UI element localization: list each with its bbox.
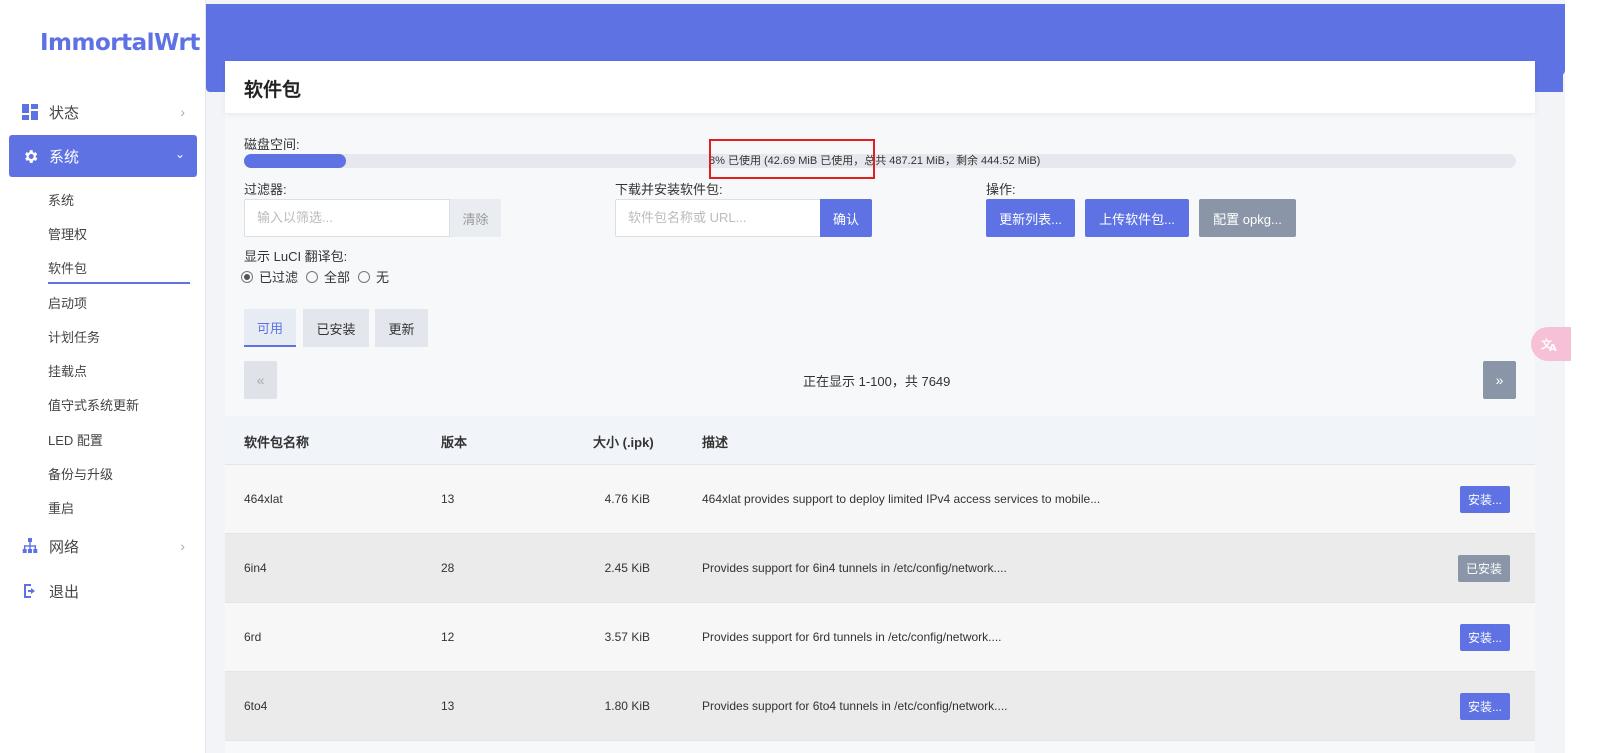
nav-system-label: 系统 bbox=[49, 148, 80, 166]
pager-prev-button[interactable]: « bbox=[244, 361, 277, 399]
luci-i18n-radio-group: 已过滤 全部 无 bbox=[241, 267, 397, 286]
main-card: 软件包 磁盘空间: 8% 已使用 (42.69 MiB 已使用，总共 487.2… bbox=[225, 61, 1535, 753]
installed-button[interactable]: 已安装 bbox=[1457, 555, 1510, 582]
upload-package-button[interactable]: 上传软件包... bbox=[1085, 199, 1189, 237]
package-size: 1.80 KiB bbox=[604, 699, 650, 713]
radio-all-label: 全部 bbox=[324, 270, 351, 285]
filter-input[interactable]: 输入以筛选... bbox=[244, 199, 450, 237]
package-description: Provides support for 6rd tunnels in /etc… bbox=[702, 630, 1002, 644]
package-description: 464xlat provides support to deploy limit… bbox=[702, 492, 1101, 506]
dashboard-icon bbox=[21, 103, 39, 121]
radio-filtered[interactable] bbox=[241, 270, 253, 283]
table-row: 6to4 13 1.80 KiB Provides support for 6t… bbox=[225, 672, 1535, 741]
download-confirm-button[interactable]: 确认 bbox=[820, 199, 872, 237]
sub-item-led[interactable]: LED 配置 bbox=[48, 430, 103, 449]
filter-label: 过滤器: bbox=[244, 182, 287, 197]
sub-item-backup[interactable]: 备份与升级 bbox=[48, 464, 113, 483]
col-size: 大小 (.ipk) bbox=[593, 435, 654, 450]
chevron-right-icon: › bbox=[180, 104, 185, 120]
radio-filtered-label: 已过滤 bbox=[259, 270, 299, 285]
package-size: 3.57 KiB bbox=[604, 630, 650, 644]
package-url-input[interactable]: 软件包名称或 URL... bbox=[615, 199, 821, 237]
nav-logout[interactable]: 退出 bbox=[9, 570, 197, 612]
sub-item-crontab[interactable]: 计划任务 bbox=[48, 327, 100, 346]
translate-icon[interactable]: 文A bbox=[1531, 327, 1571, 361]
window-edge bbox=[1565, 0, 1597, 753]
download-label: 下载并安装软件包: bbox=[615, 182, 723, 197]
disk-usage-fill bbox=[244, 154, 346, 168]
col-description: 描述 bbox=[702, 435, 729, 450]
package-size: 4.76 KiB bbox=[604, 492, 650, 506]
filter-clear-button[interactable]: 清除 bbox=[450, 199, 501, 237]
table-row: 464xlat 13 4.76 KiB 464xlat provides sup… bbox=[225, 465, 1535, 534]
actions-label: 操作: bbox=[986, 182, 1016, 197]
install-button[interactable]: 安装... bbox=[1459, 624, 1510, 651]
package-version: 28 bbox=[441, 561, 455, 575]
package-size: 2.45 KiB bbox=[604, 561, 650, 575]
nav-logout-label: 退出 bbox=[49, 583, 80, 601]
package-name: 464xlat bbox=[244, 492, 283, 506]
page-title: 软件包 bbox=[244, 80, 302, 101]
disk-label: 磁盘空间: bbox=[244, 137, 300, 152]
install-button[interactable]: 安装... bbox=[1459, 486, 1510, 513]
pager-status: 正在显示 1-100，共 7649 bbox=[803, 374, 951, 389]
update-lists-button[interactable]: 更新列表... bbox=[986, 199, 1075, 237]
package-description: Provides support for 6in4 tunnels in /et… bbox=[702, 561, 1007, 575]
card-header: 软件包 bbox=[225, 61, 1535, 113]
chevron-down-icon: ⌄ bbox=[174, 147, 185, 161]
tab-available[interactable]: 可用 bbox=[244, 309, 296, 347]
sub-item-reboot[interactable]: 重启 bbox=[48, 498, 74, 517]
table-header: 软件包名称 版本 大小 (.ipk) 描述 bbox=[225, 416, 1535, 465]
col-version: 版本 bbox=[441, 435, 468, 450]
package-name: 6in4 bbox=[244, 561, 267, 575]
pager-next-button[interactable]: » bbox=[1483, 361, 1516, 399]
sub-item-system[interactable]: 系统 bbox=[48, 190, 74, 209]
table-row: 6in4 28 2.45 KiB Provides support for 6i… bbox=[225, 534, 1535, 603]
luci-i18n-label: 显示 LuCI 翻译包: bbox=[244, 249, 348, 264]
sub-item-mounts[interactable]: 挂载点 bbox=[48, 361, 87, 380]
header-band-edge bbox=[1555, 4, 1565, 76]
radio-none-label: 无 bbox=[376, 270, 390, 285]
nav-network-label: 网络 bbox=[49, 538, 80, 556]
package-version: 13 bbox=[441, 699, 455, 713]
radio-none[interactable] bbox=[358, 270, 371, 283]
svg-text:A: A bbox=[1549, 343, 1557, 353]
configure-opkg-button[interactable]: 配置 opkg... bbox=[1199, 199, 1296, 237]
gear-icon bbox=[21, 147, 39, 165]
sub-item-attended-sysupgrade[interactable]: 值守式系统更新 bbox=[48, 395, 139, 414]
package-name: 6rd bbox=[244, 630, 262, 644]
radio-all[interactable] bbox=[306, 270, 319, 283]
install-button[interactable]: 安装... bbox=[1459, 693, 1510, 720]
col-name: 软件包名称 bbox=[244, 435, 310, 450]
table-row: 6rd 12 3.57 KiB Provides support for 6rd… bbox=[225, 603, 1535, 672]
brand-logo: ImmortalWrt bbox=[40, 30, 200, 56]
tab-updates[interactable]: 更新 bbox=[375, 309, 428, 347]
nav-status-label: 状态 bbox=[49, 104, 80, 122]
logout-icon bbox=[21, 582, 39, 600]
tab-installed[interactable]: 已安装 bbox=[303, 309, 369, 347]
package-version: 13 bbox=[441, 492, 455, 506]
package-version: 12 bbox=[441, 630, 455, 644]
nav-network[interactable]: 网络 › bbox=[9, 525, 197, 567]
sub-item-startup[interactable]: 启动项 bbox=[48, 293, 87, 312]
sub-item-packages[interactable]: 软件包 bbox=[48, 258, 190, 284]
package-description: Provides support for 6to4 tunnels in /et… bbox=[702, 699, 1008, 713]
nav-system[interactable]: 系统 ⌄ bbox=[9, 135, 197, 177]
chevron-right-icon: › bbox=[180, 538, 185, 554]
sidebar: ImmortalWrt 状态 › 系统 ⌄ 系统 管理权 软件包 启动项 计划任… bbox=[0, 0, 206, 753]
sub-item-admin[interactable]: 管理权 bbox=[48, 224, 87, 243]
annotation-highlight-box bbox=[709, 139, 875, 179]
network-icon bbox=[21, 537, 39, 555]
nav-status[interactable]: 状态 › bbox=[9, 91, 197, 133]
package-name: 6to4 bbox=[244, 699, 268, 713]
